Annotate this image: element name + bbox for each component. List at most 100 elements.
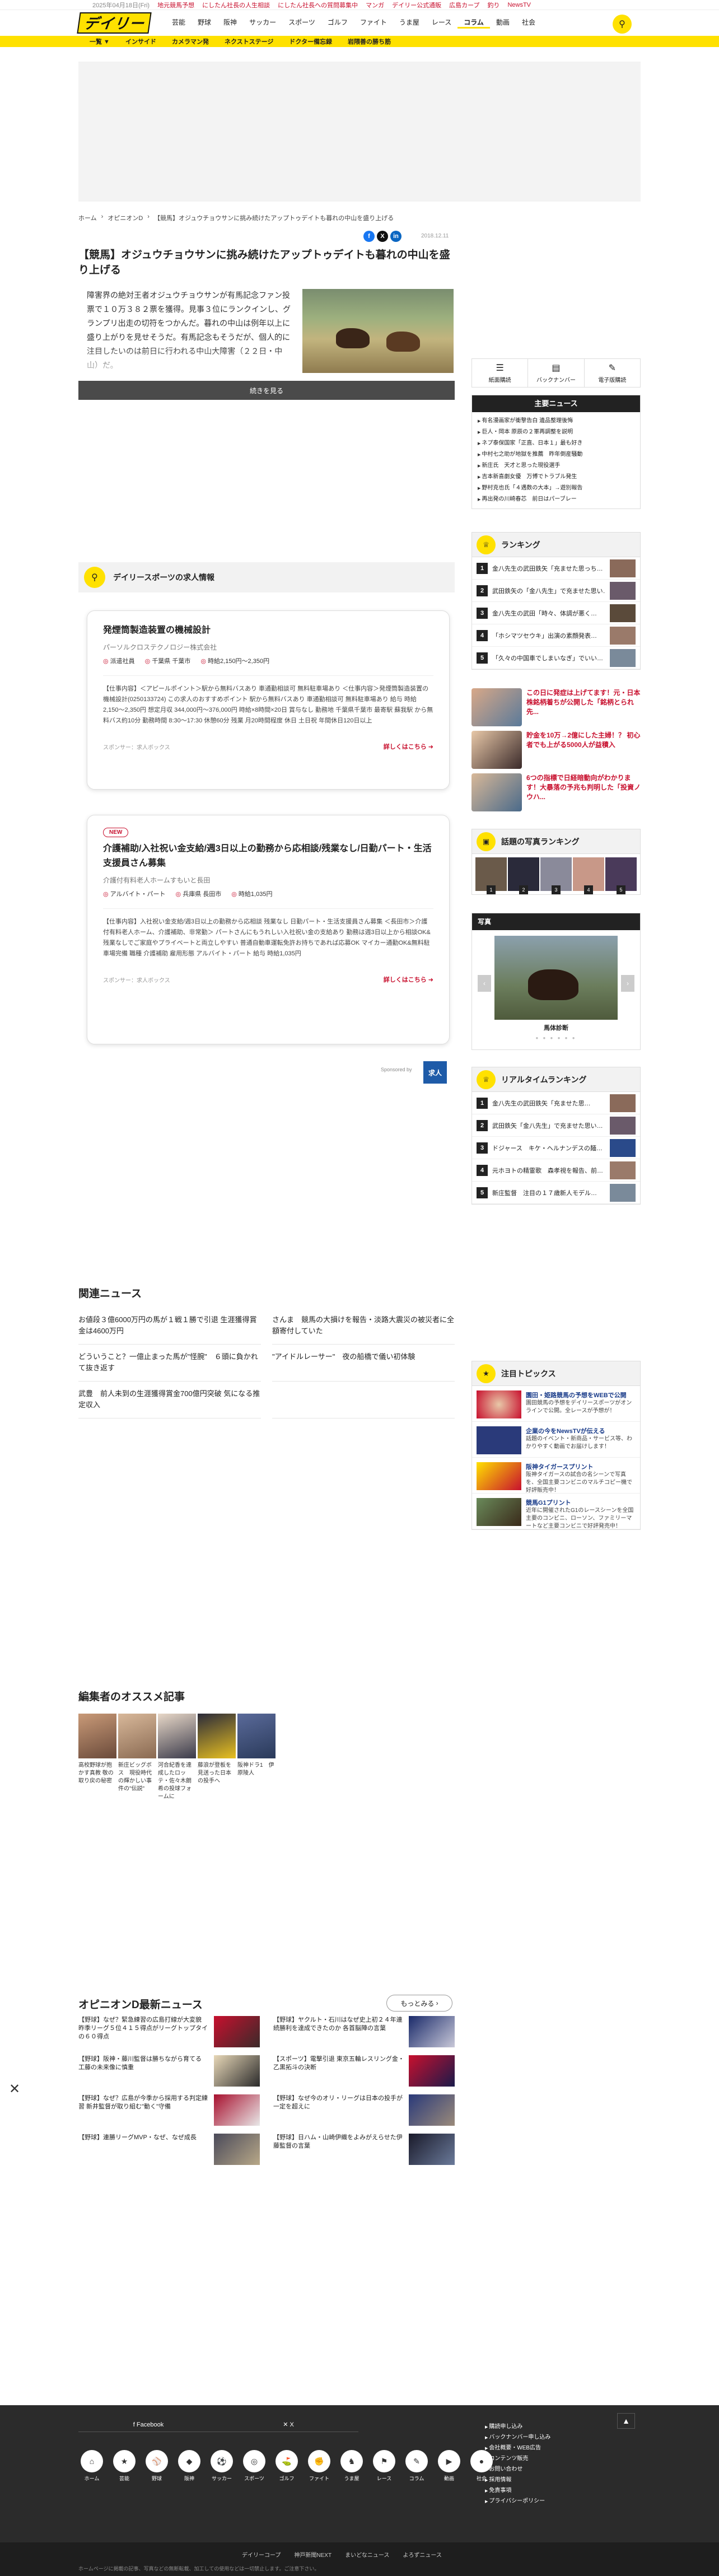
topic-item[interactable]: 園田・姫路競馬の予想をWEBで公開 園田競馬の予想をデイリースポーツがオンラインで…: [472, 1386, 640, 1422]
ranking-row[interactable]: 5 「久々の中国車でしまいなぎ」でいい…: [472, 647, 640, 669]
subnav-item[interactable]: カメラマン発: [172, 37, 209, 46]
main-news-item[interactable]: ネプ泰保国家「正直、日本１」最も好き: [478, 438, 634, 449]
topbar-link[interactable]: 釣り: [487, 1, 499, 10]
x-share-icon[interactable]: X: [377, 231, 388, 242]
topic-item[interactable]: 企業の今をNewsTVが伝える 話題のイベント・新商品・サービス等、わかりやすく動…: [472, 1422, 640, 1458]
ranking-row[interactable]: 3 金八先生の武田「時々、体調が悪く…: [472, 602, 640, 624]
related-item[interactable]: お値段３億6000万円の馬が１戦１勝で引退 生涯獲得賞金は4600万円: [78, 1308, 261, 1345]
op-news-item[interactable]: 【野球】ヤクルト・石川はなぜ史上初２４年連続勝利を達成できたのか 各首脳陣の言葉: [273, 2016, 455, 2047]
related-item[interactable]: "アイドルレーサー" 夜の船橋で儀い初体験: [272, 1345, 455, 1382]
related-item[interactable]: さんま 競馬の大損けを報告・淡路大震災の被災者に全額寄付していた: [272, 1308, 455, 1345]
nav-item[interactable]: スポーツ: [282, 17, 321, 29]
facebook-share-icon[interactable]: f: [363, 231, 375, 242]
horse-photo[interactable]: [494, 936, 618, 1020]
article-photo[interactable]: [302, 289, 454, 373]
x-link[interactable]: ✕ X: [218, 2418, 358, 2432]
ranking-row[interactable]: 4 元ホヨトの精霊歌 森孝視を報告、前…: [472, 1159, 640, 1182]
topbar-link[interactable]: 広島カープ: [449, 1, 479, 10]
partner-link[interactable]: 神戸新聞NEXT: [294, 2550, 332, 2559]
ranking-row[interactable]: 2 武田鉄矢の「金八先生」で充ませた思い…: [472, 580, 640, 602]
footer-cat[interactable]: ⛳ ゴルフ: [273, 2450, 300, 2482]
partner-link[interactable]: よろずニュース: [403, 2550, 442, 2559]
photo-thumb[interactable]: 5: [605, 857, 637, 894]
main-news-item[interactable]: 有名漫画家が衝撃告白 遺品整理後悔: [478, 416, 634, 427]
job-card[interactable]: NEW 介護補助/入社祝い金支給/週3日以上の勤務から応相談/残業なし/日勤パー…: [87, 815, 450, 1044]
chevron-right-icon[interactable]: ›: [621, 975, 634, 992]
footer-cat[interactable]: ◆ 阪神: [176, 2450, 203, 2482]
topic-item[interactable]: 競馬G1プリント 近年に開催されたG1のレースシーンを全国主要のコンビニ、ローソン…: [472, 1494, 640, 1529]
related-item[interactable]: [272, 1382, 455, 1418]
topbar-link[interactable]: マンガ: [366, 1, 384, 10]
photo-thumb[interactable]: 4: [573, 857, 604, 894]
related-item[interactable]: どういうこと？一億止まった馬が"怪腕" ６頭に負かれて抜き返す: [78, 1345, 261, 1382]
main-news-item[interactable]: 再出発の川崎春芯 前日はパーブレー: [478, 494, 634, 505]
nav-item[interactable]: ゴルフ: [321, 17, 354, 29]
footer-link[interactable]: 購読申し込み: [485, 2422, 550, 2433]
nav-item[interactable]: サッカー: [243, 17, 282, 29]
footer-link[interactable]: 採用情報: [485, 2475, 550, 2486]
tool-backnumber[interactable]: ▤ バックナンバー: [528, 359, 585, 387]
nav-item[interactable]: 社会: [516, 17, 541, 29]
nav-item[interactable]: 野球: [192, 17, 217, 29]
ad-item[interactable]: この日に発症は上げてます！元・日本株銘柄着ちが公開した「銘柄とられ先...: [471, 686, 641, 729]
ranking-row[interactable]: 5 新庄監督 注目の１７歳新人モデル…: [472, 1182, 640, 1204]
subnav-item[interactable]: ドクター備忘録: [289, 37, 332, 46]
main-news-item[interactable]: 中村七之助が地獄を推薦 昨年倒産騒動: [478, 449, 634, 460]
topbar-link[interactable]: デイリー公式通販: [392, 1, 441, 10]
related-item[interactable]: 武豊 前人未到の生涯獲得賞金700億円突破 気になる推定収入: [78, 1382, 261, 1418]
close-icon[interactable]: ✕: [9, 2081, 20, 2097]
osusume-item[interactable]: 藤浪が登板を見送った日本の投手へ: [198, 1714, 236, 1801]
partner-link[interactable]: デイリーコープ: [242, 2550, 281, 2559]
ranking-row[interactable]: 4 「ホシマツセウキ」出演の素顔発表…: [472, 624, 640, 647]
footer-cat[interactable]: ✊ ファイト: [306, 2450, 333, 2482]
breadcrumb-item[interactable]: ホーム: [78, 213, 97, 222]
op-news-item[interactable]: 【野球】なぜ？緊急練習の広島打線が大変貌 昨季リーグ５位４１５得点がリーグトップ…: [78, 2016, 260, 2047]
footer-link[interactable]: 免責事項: [485, 2486, 550, 2496]
footer-link[interactable]: バックナンバー申し込み: [485, 2433, 550, 2443]
footer-cat[interactable]: ◎ スポーツ: [241, 2450, 268, 2482]
back-to-top-button[interactable]: ▲: [617, 2413, 635, 2429]
footer-cat[interactable]: ⌂ ホーム: [78, 2450, 105, 2482]
nav-item[interactable]: 芸能: [166, 17, 192, 29]
nav-item[interactable]: レース: [426, 17, 457, 29]
read-more-button[interactable]: 続きを見る: [78, 381, 455, 400]
partner-link[interactable]: まいどなニュース: [345, 2550, 389, 2559]
ad-item[interactable]: 貯金を10万→2億にした主婦！？ 初心者でも上がる5000人が益積入: [471, 729, 641, 771]
subnav-item[interactable]: ネクストステージ: [225, 37, 273, 46]
nav-item[interactable]: ファイト: [354, 17, 393, 29]
main-news-item[interactable]: 吉本新喜劇女優 万博でトラブル発生: [478, 472, 634, 483]
job-detail-link[interactable]: 詳しくはこちら ➜: [384, 975, 433, 984]
subnav-item[interactable]: 一覧 ▼: [90, 37, 110, 46]
op-news-item[interactable]: 【野球】日ハム・山崎伊織をよみがえらせた伊藤監督の言葉: [273, 2134, 455, 2165]
topbar-link[interactable]: NewsTV: [507, 2, 531, 8]
tool-subscribe[interactable]: ☰ 紙面購読: [472, 359, 529, 387]
topbar-link[interactable]: にしたん社長の人生相談: [202, 1, 270, 10]
footer-cat[interactable]: ⚾ 野球: [143, 2450, 170, 2482]
main-news-item[interactable]: 新庄氏 天才と思った現役選手: [478, 460, 634, 472]
ranking-row[interactable]: 1 金八先生の武田鉄矢「充ませた思っち…: [472, 557, 640, 580]
footer-cat[interactable]: ✎ コラム: [403, 2450, 430, 2482]
osusume-item[interactable]: 河合紀香を達成したロッテ・佐々木朗希の投球フォームに: [158, 1714, 196, 1801]
ranking-row[interactable]: 2 武田鉄矢「金八先生」で充ませた思い…: [472, 1114, 640, 1137]
footer-cat[interactable]: ▶ 動画: [436, 2450, 463, 2482]
osusume-item[interactable]: 阪神ドラ1 伊原陵人: [237, 1714, 276, 1801]
footer-cat[interactable]: ★ 芸能: [111, 2450, 138, 2482]
kyujin-box-logo[interactable]: 求人: [423, 1061, 447, 1084]
footer-link[interactable]: 会社概要・WEB広告: [485, 2443, 550, 2454]
op-news-item[interactable]: 【スポーツ】電撃引退 東京五輪レスリング金・乙黒拓斗の決断: [273, 2055, 455, 2087]
op-news-item[interactable]: 【野球】阪神・藤川監督は勝ちながら育てる 工藤の未来像に慎重: [78, 2055, 260, 2087]
chevron-left-icon[interactable]: ‹: [478, 975, 491, 992]
osusume-item[interactable]: 高校野球が抱かす真教 敬の取り戻の秘密: [78, 1714, 116, 1801]
footer-cat[interactable]: ♞ うま屋: [338, 2450, 365, 2482]
photo-thumb[interactable]: 2: [508, 857, 539, 894]
nav-item-active[interactable]: コラム: [457, 17, 490, 29]
main-news-item[interactable]: 巨人・岡本 原辰の２軍再調整を説明: [478, 427, 634, 438]
job-title[interactable]: 介護補助/入社祝い金支給/週3日以上の勤務から応相談/残業なし/日勤パート・生活…: [103, 842, 433, 871]
subnav-item[interactable]: インサイド: [125, 37, 156, 46]
op-news-item[interactable]: 【野球】連勝リーグMVP・なぜ、なぜ成長: [78, 2134, 260, 2165]
facebook-link[interactable]: f Facebook: [78, 2418, 218, 2432]
photo-thumb[interactable]: 1: [475, 857, 507, 894]
tool-digital[interactable]: ✎ 電子版購読: [585, 359, 640, 387]
ranking-row[interactable]: 1 金八先生の武田鉄矢「充ませた思…: [472, 1092, 640, 1114]
breadcrumb-item[interactable]: オピニオンD: [108, 213, 143, 222]
